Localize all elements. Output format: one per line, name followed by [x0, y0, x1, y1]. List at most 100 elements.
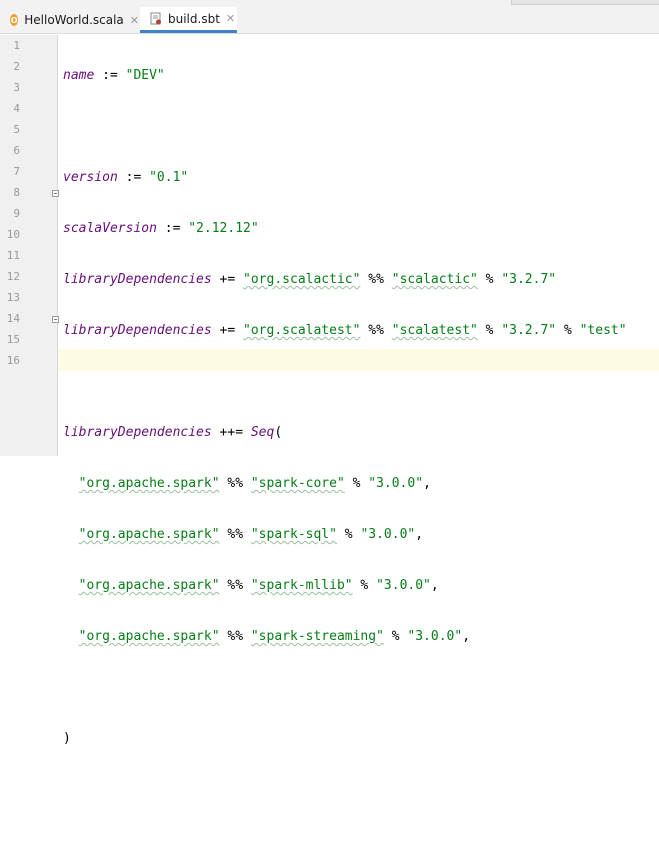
operator: := [117, 170, 150, 185]
code-line: libraryDependencies += "org.scalactic" %… [63, 269, 627, 290]
string-literal: "3.0.0" [376, 578, 431, 593]
identifier: libraryDependencies [63, 272, 212, 287]
code-line: "org.apache.spark" %% "spark-mllib" % "3… [63, 575, 627, 596]
line-number: 6 [13, 144, 20, 157]
operator: += [211, 323, 244, 338]
operator: % [336, 527, 361, 542]
line-number: 1 [13, 39, 20, 52]
operator: % [383, 629, 408, 644]
string-literal: "scalactic" [391, 272, 478, 287]
string-literal: "spark-core" [250, 476, 345, 491]
line-number: 3 [13, 81, 20, 94]
line-number: 12 [6, 270, 20, 283]
toolbar-strip [511, 0, 659, 5]
code-line: libraryDependencies += "org.scalatest" %… [63, 320, 627, 341]
string-literal: "org.apache.spark" [78, 527, 220, 542]
code-line: scalaVersion := "2.12.12" [63, 218, 627, 239]
line-number: 7 [13, 165, 20, 178]
operator: := [156, 221, 189, 236]
line-number: 8 [13, 186, 20, 199]
string-literal: "spark-mllib" [250, 578, 353, 593]
fold-toggle-icon[interactable] [52, 316, 59, 323]
operator: % [477, 272, 502, 287]
string-literal: "scalatest" [391, 323, 478, 338]
line-number: 9 [13, 207, 20, 220]
code-line: ) [63, 728, 627, 749]
sbt-file-icon [150, 12, 162, 25]
line-number: 13 [6, 291, 20, 304]
code-line: "org.apache.spark" %% "spark-core" % "3.… [63, 473, 627, 494]
operator: , [462, 629, 471, 644]
tab-label: HelloWorld.scala [24, 13, 124, 27]
line-number: 15 [6, 333, 20, 346]
string-literal: "org.apache.spark" [78, 578, 220, 593]
operator: += [211, 272, 244, 287]
line-number: 2 [13, 60, 20, 73]
string-literal: "org.scalatest" [243, 323, 361, 338]
identifier: libraryDependencies [63, 323, 212, 338]
identifier: libraryDependencies [63, 425, 212, 440]
line-number: 4 [13, 102, 20, 115]
line-number: 11 [6, 249, 20, 262]
operator: %% [360, 323, 392, 338]
operator: := [94, 68, 126, 83]
string-literal: "spark-sql" [250, 527, 337, 542]
code-line: name := "DEV" [63, 65, 627, 86]
identifier: version [63, 170, 118, 185]
string-literal: "3.2.7" [501, 323, 557, 338]
operator: , [430, 578, 439, 593]
paren: ) [63, 731, 71, 746]
tab-helloworld-scala[interactable]: O HelloWorld.scala ✕ [0, 7, 139, 33]
operator: % [344, 476, 369, 491]
operator: , [415, 527, 424, 542]
operator: %% [219, 527, 251, 542]
scala-file-icon: O [10, 14, 19, 26]
string-literal: "3.0.0" [368, 476, 424, 491]
string-literal: "org.apache.spark" [78, 629, 220, 644]
string-literal: "org.scalactic" [243, 272, 361, 287]
code-line: "org.apache.spark" %% "spark-streaming" … [63, 626, 627, 647]
code-line: libraryDependencies ++= Seq( [63, 422, 627, 443]
operator: ++= [211, 425, 251, 440]
tab-label: build.sbt [168, 11, 220, 26]
identifier: name [63, 68, 95, 83]
close-icon[interactable]: ✕ [130, 14, 139, 27]
code-editor[interactable]: name := "DEV" version := "0.1" scalaVers… [63, 35, 627, 866]
code-line: version := "0.1" [63, 167, 627, 188]
operator: %% [219, 476, 251, 491]
tab-build-sbt[interactable]: build.sbt ✕ [140, 7, 237, 33]
operator: %% [360, 272, 392, 287]
line-number: 10 [6, 228, 20, 241]
string-literal: "3.0.0" [360, 527, 416, 542]
line-number: 5 [13, 123, 20, 136]
operator: % [556, 323, 580, 338]
string-literal: "3.0.0" [407, 629, 463, 644]
string-literal: "3.2.7" [501, 272, 557, 287]
fold-toggle-icon[interactable] [52, 190, 59, 197]
line-number: 16 [6, 354, 20, 367]
paren: ( [274, 425, 283, 440]
line-number: 14 [6, 312, 20, 325]
string-literal: "0.1" [149, 170, 189, 185]
editor-tab-bar: O HelloWorld.scala ✕ build.sbt ✕ [0, 0, 659, 34]
code-line: "org.apache.spark" %% "spark-sql" % "3.0… [63, 524, 627, 545]
string-literal: "org.apache.spark" [78, 476, 220, 491]
string-literal: "test" [579, 323, 627, 338]
operator: % [352, 578, 377, 593]
operator: % [477, 323, 502, 338]
close-icon[interactable]: ✕ [226, 12, 235, 25]
string-literal: "spark-streaming" [250, 629, 384, 644]
operator: %% [219, 629, 251, 644]
string-literal: "DEV" [125, 68, 165, 83]
identifier: Seq [250, 425, 275, 440]
operator: %% [219, 578, 251, 593]
string-literal: "2.12.12" [188, 221, 259, 236]
line-number-gutter: 1 2 3 4 5 6 7 8 9 10 11 12 13 14 15 16 [0, 35, 59, 456]
identifier: scalaVersion [63, 221, 157, 236]
operator: , [423, 476, 431, 491]
